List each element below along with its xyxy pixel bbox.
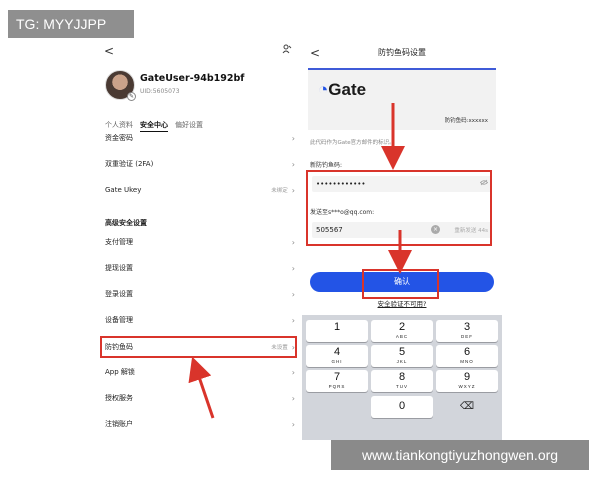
chevron-right-icon: ›	[291, 367, 295, 377]
back-icon[interactable]: <	[104, 44, 114, 58]
key-digit: 2	[398, 321, 406, 333]
chevron-right-icon: ›	[291, 133, 295, 143]
highlight-box-inputs	[306, 170, 492, 246]
page-title: 防钓鱼码设置	[378, 48, 426, 57]
chevron-right-icon: ›	[291, 263, 295, 273]
delete-key-icon[interactable]: ⌫	[436, 396, 498, 418]
numeric-keypad: 1 2 ABC 3 DEF 4 GHI 5 JKL 6 MNO 7 PQRS 8 TUV 9W…	[302, 315, 502, 440]
menu-item-login[interactable]: 登录设置 ›	[105, 286, 295, 302]
key-digit: 6	[463, 346, 471, 358]
annotation-arrows	[188, 103, 412, 419]
menu-item-delete-account[interactable]: 注销账户 ›	[105, 416, 295, 432]
highlight-box-anti-phishing	[100, 336, 297, 358]
status-text: 未绑定	[271, 188, 288, 194]
key-letters: DEF	[461, 334, 473, 339]
key-digit: 4	[333, 346, 341, 358]
key-letters: JKL	[396, 359, 408, 364]
description-text: 此代码作为Gate官方邮件的标识。	[310, 140, 395, 146]
menu-item-label: 授权服务	[105, 394, 133, 402]
key-digit: 5	[398, 346, 406, 358]
menu-item-devices[interactable]: 设备管理 ›	[105, 312, 295, 328]
menu-item-authorization[interactable]: 授权服务 ›	[105, 390, 295, 406]
section-title: 高级安全设置	[105, 219, 147, 227]
new-code-label: 新防钓鱼码:	[310, 162, 343, 169]
watermark-top: TG: MYYJJPP	[8, 10, 134, 38]
key-letters: MNO	[460, 359, 474, 364]
key-digit: 3	[463, 321, 471, 333]
brand-name: Gate	[328, 80, 367, 99]
key-6[interactable]: 6 MNO	[436, 345, 498, 367]
key-digit: 9	[463, 371, 471, 383]
key-digit: 7	[333, 371, 341, 383]
menu-item-gate-ukey[interactable]: Gate Ukey 未绑定 ›	[105, 182, 295, 198]
key-digit: 1	[333, 321, 341, 333]
key-letters: TUV	[396, 384, 408, 389]
chevron-right-icon: ›	[291, 419, 295, 429]
menu-item-label: 双重验证 (2FA)	[105, 160, 154, 168]
chevron-right-icon: ›	[291, 289, 295, 299]
key-2[interactable]: 2 ABC	[371, 320, 433, 342]
menu-item-fund-password[interactable]: 资金密码 ›	[105, 130, 295, 146]
key-1[interactable]: 1	[306, 320, 368, 342]
key-7[interactable]: 7 PQRS	[306, 370, 368, 392]
gate-logo-icon: ◔	[318, 80, 329, 99]
menu-item-label: Gate Ukey	[105, 186, 142, 194]
chevron-right-icon: ›	[291, 315, 295, 325]
menu-item-withdraw[interactable]: 提现设置 ›	[105, 260, 295, 276]
key-5[interactable]: 5 JKL	[371, 345, 433, 367]
key-0[interactable]: 0	[371, 396, 433, 418]
chevron-right-icon: ›	[291, 185, 295, 195]
menu-item-app-unlock[interactable]: App 解锁 ›	[105, 364, 295, 380]
anti-phishing-code-preview: 防钓鱼码:xxxxxx	[444, 118, 488, 124]
key-digit: 8	[398, 371, 406, 383]
menu-item-label: App 解锁	[105, 368, 135, 376]
menu-item-payment[interactable]: 支付管理 ›	[105, 234, 295, 250]
key-letters: PQRS	[328, 384, 346, 389]
menu-item-label: 提现设置	[105, 264, 133, 272]
watermark-bottom: www.tiankongtiyuzhongwen.org	[331, 440, 589, 470]
gate-logo: ◔Gate	[318, 80, 366, 100]
chevron-right-icon: ›	[291, 159, 295, 169]
person-icon[interactable]	[282, 44, 292, 57]
menu-item-label: 资金密码	[105, 134, 133, 142]
key-8[interactable]: 8 TUV	[371, 370, 433, 392]
chevron-right-icon: ›	[291, 393, 295, 403]
menu-item-label: 注销账户	[105, 420, 133, 428]
security-center-panel: < ✎ GateUser-94b192bf UID:5605073 个人资料 安…	[100, 40, 298, 440]
key-4[interactable]: 4 GHI	[306, 345, 368, 367]
key-letters: GHI	[331, 359, 343, 364]
key-9[interactable]: 9 WXYZ	[436, 370, 498, 392]
chevron-right-icon: ›	[291, 237, 295, 247]
email-preview-card: ◔Gate 防钓鱼码:xxxxxx	[308, 68, 496, 130]
menu-item-2fa[interactable]: 双重验证 (2FA) ›	[105, 156, 295, 172]
user-uid: UID:5605073	[140, 88, 180, 95]
key-digit: 0	[398, 400, 406, 412]
key-3[interactable]: 3 DEF	[436, 320, 498, 342]
security-unavailable-link[interactable]: 安全验证不可用?	[302, 298, 502, 308]
menu-item-label: 登录设置	[105, 290, 133, 298]
highlight-box-confirm	[362, 269, 439, 299]
edit-avatar-icon[interactable]: ✎	[127, 92, 136, 101]
menu-item-label: 支付管理	[105, 238, 133, 246]
key-letters: ABC	[395, 334, 409, 339]
username: GateUser-94b192bf	[140, 73, 245, 84]
key-letters: WXYZ	[458, 384, 476, 389]
menu-item-label: 设备管理	[105, 316, 133, 324]
